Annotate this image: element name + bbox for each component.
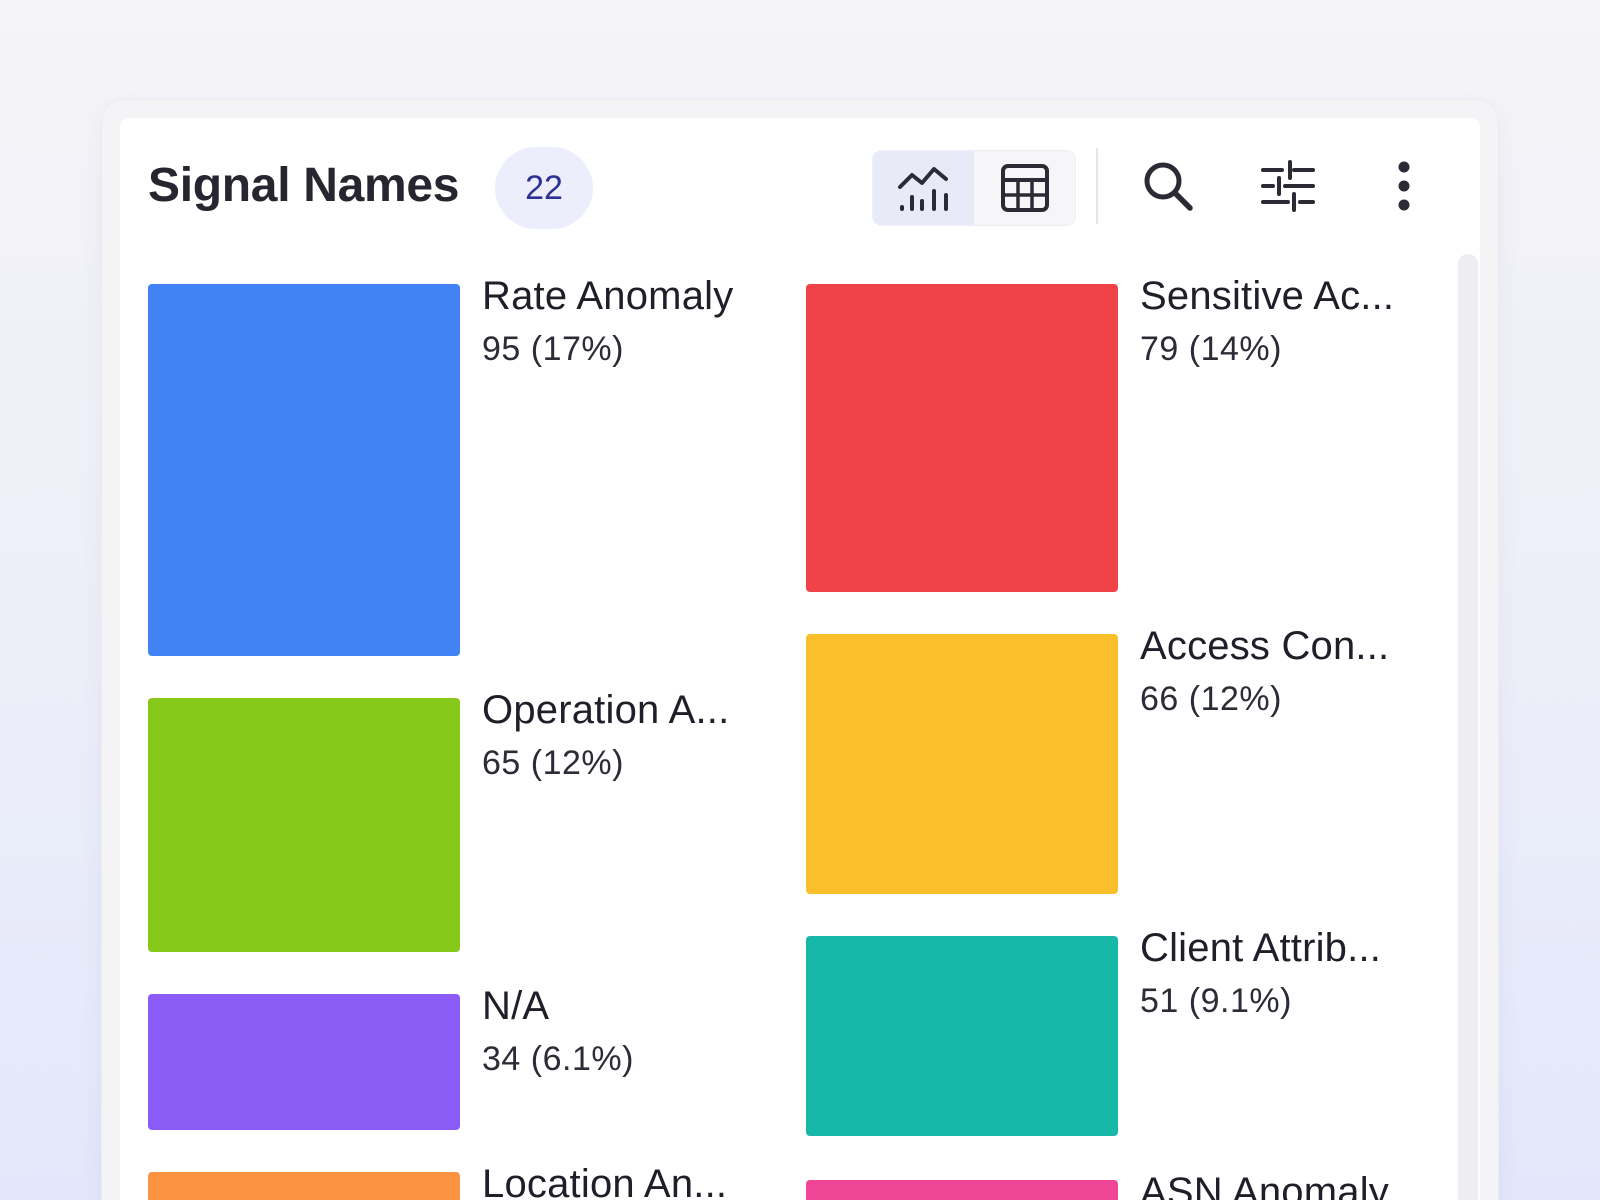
tile-label: Operation A... [482, 688, 730, 732]
more-options-button[interactable] [1366, 148, 1442, 224]
tile-operation-anomaly[interactable] [148, 698, 460, 952]
tile-label: N/A [482, 984, 550, 1028]
tile-asn-anomaly[interactable] [806, 1180, 1118, 1200]
chart-view-icon [897, 167, 948, 211]
tile-access-control[interactable] [806, 634, 1118, 894]
tile-value: 95 (17%) [482, 330, 624, 368]
view-toggle [872, 150, 1076, 226]
tile-rate-anomaly[interactable] [148, 284, 460, 656]
tile-value: 51 (9.1%) [1140, 982, 1292, 1020]
tile-value: 65 (12%) [482, 744, 624, 782]
toolbar-divider [1096, 148, 1098, 224]
tile-label: Access Con... [1140, 624, 1390, 668]
tile-label: Sensitive Ac... [1140, 274, 1395, 318]
filter-button[interactable] [1250, 148, 1326, 224]
tile-value: 79 (14%) [1140, 330, 1282, 368]
tile-value: 66 (12%) [1140, 680, 1282, 718]
chart-view-button[interactable] [873, 151, 974, 225]
table-view-icon [1000, 164, 1049, 212]
search-button[interactable] [1130, 148, 1206, 224]
tile-label: ASN Anomaly [1140, 1170, 1389, 1200]
tile-na[interactable] [148, 994, 460, 1130]
tile-location-anomaly[interactable] [148, 1172, 460, 1200]
search-icon [1144, 162, 1193, 211]
filter-sliders-icon [1261, 160, 1315, 212]
count-badge: 22 [495, 147, 593, 229]
tile-label: Location An... [482, 1162, 728, 1200]
tile-label: Client Attrib... [1140, 926, 1382, 970]
table-view-button[interactable] [974, 151, 1075, 225]
scrollbar[interactable] [1458, 254, 1478, 1200]
tile-sensitive-access[interactable] [806, 284, 1118, 592]
tile-value: 34 (6.1%) [482, 1040, 634, 1078]
tile-label: Rate Anomaly [482, 274, 734, 318]
more-vertical-icon [1398, 161, 1410, 211]
tile-client-attribute[interactable] [806, 936, 1118, 1136]
signal-names-panel: Signal Names 22 Rate Anomaly 95 (17%) Se… [120, 118, 1480, 1200]
panel-title: Signal Names [148, 159, 460, 212]
